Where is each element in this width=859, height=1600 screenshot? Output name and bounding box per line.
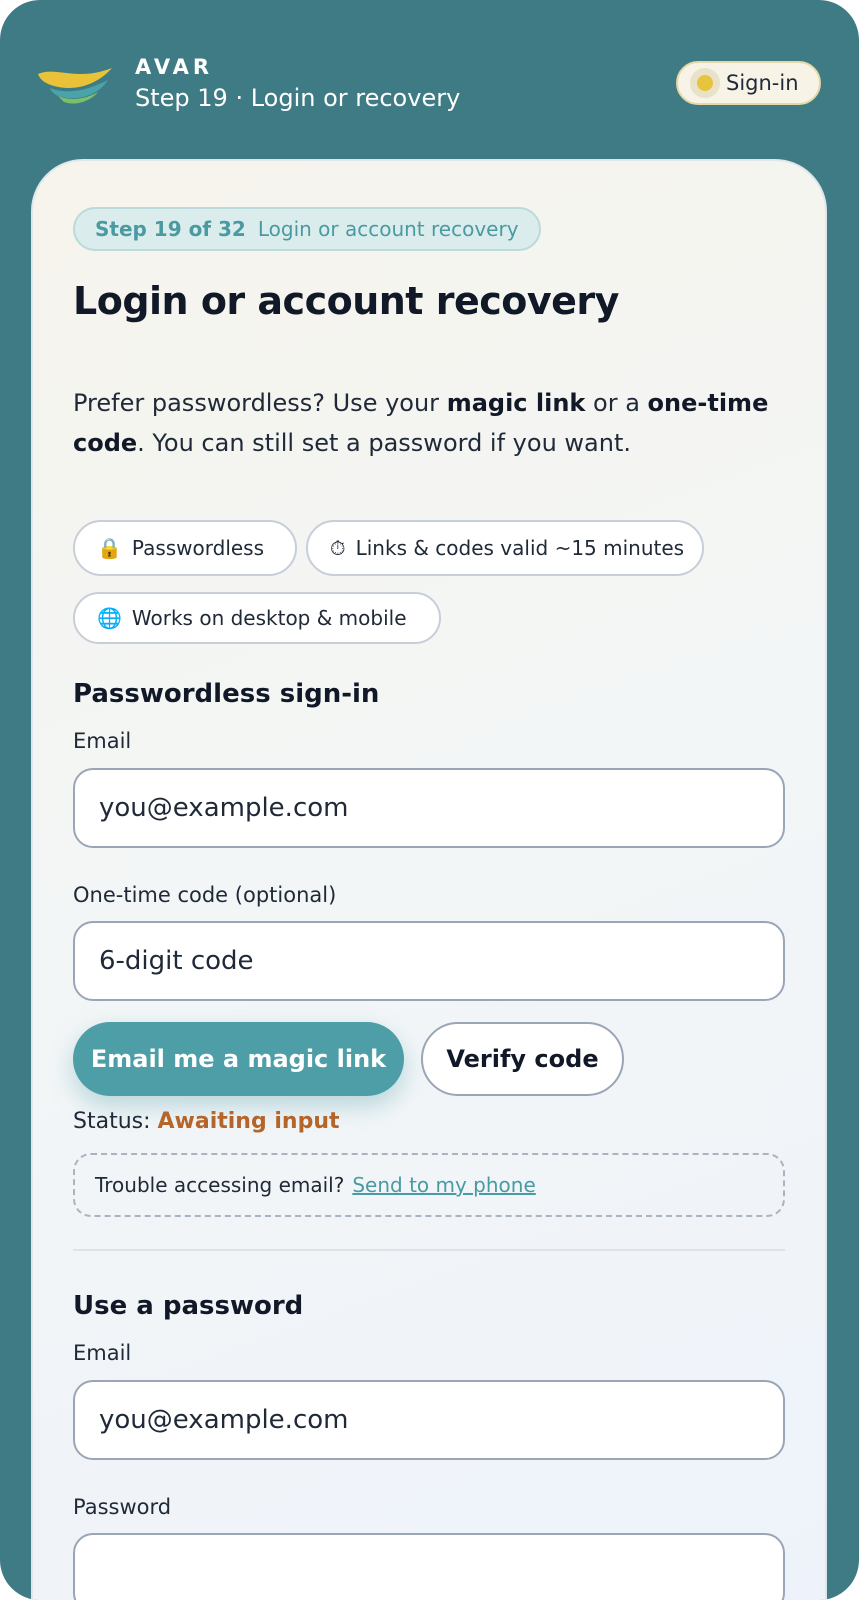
brand-name: AVAR <box>135 55 214 79</box>
verify-code-button[interactable]: Verify code <box>421 1022 624 1096</box>
step-description: Login or account recovery <box>257 217 519 241</box>
status-line: Status: Awaiting input <box>73 1109 340 1134</box>
page-title: Login or account recovery <box>73 279 619 323</box>
trouble-box: Trouble accessing email? Send to my phon… <box>73 1153 785 1217</box>
password-field[interactable] <box>73 1533 785 1600</box>
status-label: Status: <box>73 1109 158 1134</box>
intro-text: Prefer passwordless? Use your magic link… <box>73 389 769 457</box>
email-field[interactable] <box>73 768 785 848</box>
section-divider <box>73 1249 785 1251</box>
main-card: Step 19 of 32 Login or account recovery … <box>31 159 827 1600</box>
brand-logo-icon <box>38 68 112 104</box>
step-badge: Step 19 of 32 Login or account recovery <box>73 207 541 251</box>
chip-label: Links & codes valid ~15 minutes <box>355 536 685 560</box>
signin-button[interactable]: Sign-in <box>676 61 821 105</box>
app-frame: AVAR Step 19 · Login or recovery Sign-in… <box>0 0 859 1600</box>
password-section-title: Use a password <box>73 1291 304 1321</box>
email-label: Email <box>73 729 132 753</box>
email-magic-link-button[interactable]: Email me a magic link <box>73 1022 404 1096</box>
one-time-code-field[interactable] <box>73 921 785 1001</box>
status-dot-icon <box>690 68 720 98</box>
signin-label: Sign-in <box>726 71 799 95</box>
code-label: One-time code (optional) <box>73 883 337 907</box>
step-count: Step 19 of 32 <box>95 217 246 241</box>
passwordless-section-title: Passwordless sign-in <box>73 679 380 709</box>
trouble-text: Trouble accessing email? <box>95 1173 345 1197</box>
chip-platforms: 🌐 Works on desktop & mobile <box>73 592 441 644</box>
chip-passwordless: 🔒 Passwordless <box>73 520 297 576</box>
send-to-phone-link[interactable]: Send to my phone <box>352 1173 535 1197</box>
password-email-label: Email <box>73 1341 132 1365</box>
password-email-field[interactable] <box>73 1380 785 1460</box>
lock-icon: 🔒 <box>97 536 122 560</box>
header-subtitle: Step 19 · Login or recovery <box>135 84 461 112</box>
password-label: Password <box>73 1495 172 1519</box>
chip-label: Passwordless <box>131 536 265 560</box>
chip-validity: ⏱ Links & codes valid ~15 minutes <box>306 520 704 576</box>
stopwatch-icon: ⏱ <box>330 536 346 560</box>
chip-label: Works on desktop & mobile <box>131 606 407 630</box>
globe-icon: 🌐 <box>97 606 122 630</box>
header: AVAR Step 19 · Login or recovery Sign-in <box>0 0 859 160</box>
status-value: Awaiting input <box>157 1109 340 1134</box>
